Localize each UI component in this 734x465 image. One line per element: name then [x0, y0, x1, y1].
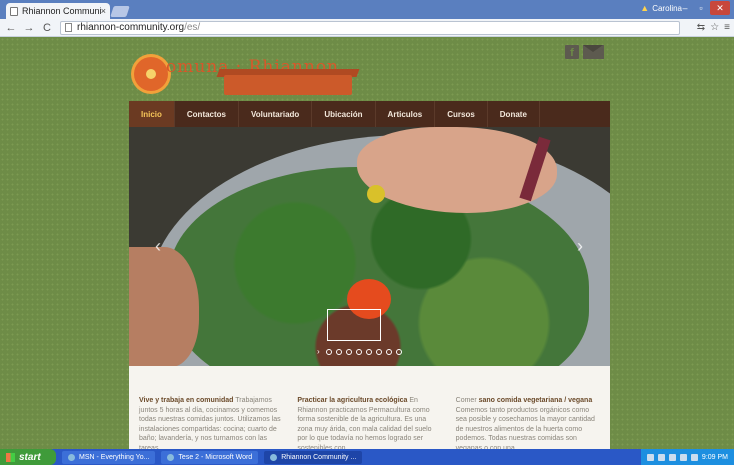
nav-item-contactos[interactable]: Contactos — [175, 101, 240, 127]
chrome-icon — [270, 453, 278, 461]
menu-icon[interactable]: ≡ — [724, 22, 730, 33]
slider-next-icon[interactable]: › — [571, 235, 589, 257]
windows-taskbar: start MSN - Everything Yo... Tese 2 - Mi… — [0, 449, 734, 465]
facebook-icon[interactable]: f — [565, 45, 579, 59]
nav-item-inicio[interactable]: Inicio — [129, 101, 175, 127]
tray-icon[interactable] — [657, 453, 665, 461]
task-label: Tese 2 - Microsoft Word — [178, 453, 253, 461]
close-window-button[interactable]: ✕ — [710, 1, 730, 15]
slider-dot[interactable] — [335, 348, 342, 355]
slider-dot[interactable] — [385, 348, 392, 355]
system-tray: 9:09 PM — [640, 449, 734, 465]
window-controls: – ▫ ✕ — [678, 1, 730, 15]
slider-prev-icon[interactable]: ‹ — [149, 235, 167, 257]
windows-flag-icon — [6, 452, 15, 462]
forward-button[interactable]: → — [22, 22, 36, 34]
slide-berry — [367, 185, 385, 203]
taskbar-item-chrome[interactable]: Rhiannon Community ... — [264, 450, 363, 464]
word-icon — [167, 453, 175, 461]
page-favicon-icon — [10, 6, 18, 16]
browser-tab[interactable]: Rhiannon Community × — [6, 3, 110, 19]
msn-icon — [68, 453, 75, 461]
tab-title: Rhiannon Community — [22, 6, 101, 16]
clock[interactable]: 9:09 PM — [702, 454, 728, 461]
nav-item-voluntariado[interactable]: Voluntariado — [239, 101, 313, 127]
volume-icon[interactable] — [679, 453, 687, 461]
column-body: Comemos tanto productos orgánicos como s… — [455, 406, 595, 450]
site-logo[interactable]: omuna · Rhiannon — [128, 47, 368, 103]
nav-item-ubicacion[interactable]: Ubicación — [312, 101, 376, 127]
web-page: f omuna · Rhiannon Inicio Contactos Volu… — [0, 37, 734, 449]
nav-item-articulos[interactable]: Articulos — [376, 101, 436, 127]
slider-dot[interactable] — [375, 348, 382, 355]
url-host: rhiannon-community.org — [77, 22, 185, 33]
taskbar-item-msn[interactable]: MSN - Everything Yo... — [62, 450, 156, 464]
new-tab-button[interactable] — [110, 6, 130, 17]
column-title[interactable]: sano comida vegetariana / vegana — [479, 397, 593, 404]
reload-button[interactable]: C — [40, 22, 54, 34]
bookmark-star-icon[interactable]: ☆ — [710, 22, 719, 33]
intro-columns: Vive y trabaja en comunidad Trabajamos j… — [129, 366, 610, 449]
task-label: MSN - Everything Yo... — [79, 453, 150, 461]
column-title[interactable]: Practicar la agricultura ecológica — [297, 397, 407, 404]
browser-toolbar: ← → C rhiannon-community.org/es/ ⇆ ☆ ≡ — [0, 19, 734, 37]
social-links: f — [565, 45, 604, 59]
column-title[interactable]: Vive y trabaja en comunidad — [139, 397, 233, 404]
column-body: En Rhiannon practicamos Permacultura com… — [297, 397, 432, 449]
browser-tab-bar: Rhiannon Community × ▲ Carolina – ▫ ✕ — [0, 0, 734, 19]
address-bar[interactable]: rhiannon-community.org/es/ — [60, 20, 680, 35]
column-food: Comer sano comida vegetariana / vegana C… — [456, 396, 600, 449]
start-label: start — [19, 451, 41, 463]
slider-dot[interactable] — [345, 348, 352, 355]
sun-center-icon — [146, 69, 156, 79]
task-label: Rhiannon Community ... — [281, 453, 357, 461]
network-icon[interactable] — [690, 453, 698, 461]
nav-item-donate[interactable]: Donate — [488, 101, 540, 127]
column-community: Vive y trabaja en comunidad Trabajamos j… — [139, 396, 283, 449]
maximize-button[interactable]: ▫ — [694, 1, 708, 15]
tray-icon[interactable] — [646, 453, 654, 461]
slider-dot[interactable] — [395, 348, 402, 355]
back-button[interactable]: ← — [4, 22, 18, 34]
column-agriculture: Practicar la agricultura ecológica En Rh… — [297, 396, 441, 449]
mail-icon[interactable] — [583, 45, 604, 59]
translate-icon[interactable]: ⇆ — [697, 22, 705, 33]
image-slider[interactable]: ‹ › › — [129, 127, 610, 366]
taskbar-item-word[interactable]: Tese 2 - Microsoft Word — [161, 450, 259, 464]
main-nav: Inicio Contactos Voluntariado Ubicación … — [129, 101, 610, 127]
slide-thumbnail-frame — [327, 309, 381, 341]
page-icon — [65, 23, 72, 32]
column-body: Trabajamos juntos 5 horas al día, cocina… — [139, 397, 281, 449]
browser-user[interactable]: ▲ Carolina — [640, 3, 682, 13]
column-title-prefix: Comer — [455, 397, 479, 404]
slider-play-icon[interactable]: › — [317, 347, 320, 356]
slider-pagination: › — [317, 347, 402, 356]
slide-hand-left — [129, 247, 199, 366]
slider-dot[interactable] — [365, 348, 372, 355]
url-path: /es/ — [184, 22, 201, 33]
tray-icon[interactable] — [668, 453, 676, 461]
tab-close-icon[interactable]: × — [101, 6, 106, 16]
nav-item-cursos[interactable]: Cursos — [435, 101, 488, 127]
slider-dot[interactable] — [325, 348, 332, 355]
slider-dot[interactable] — [355, 348, 362, 355]
minimize-button[interactable]: – — [678, 1, 692, 15]
start-button[interactable]: start — [0, 449, 56, 465]
warning-icon: ▲ — [640, 3, 650, 13]
house-icon — [224, 75, 352, 95]
